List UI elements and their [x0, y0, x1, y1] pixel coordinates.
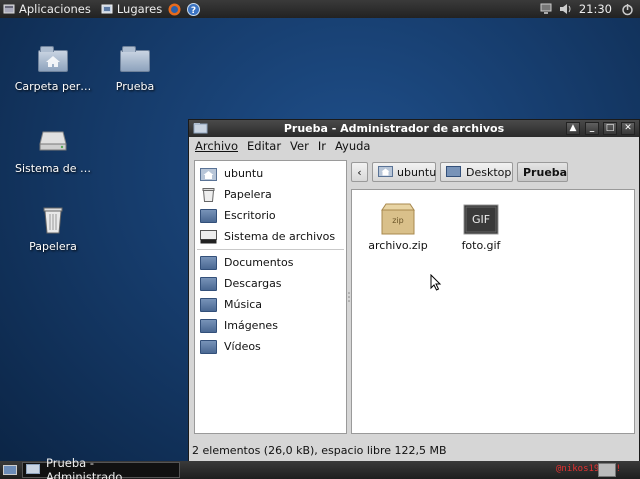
sidebar-item-papelera[interactable]: Papelera: [195, 184, 346, 205]
close-button[interactable]: ✕: [621, 122, 635, 135]
path-segment-label: ubuntu: [397, 165, 437, 179]
window-title: Prueba - Administrador de archivos: [283, 122, 505, 135]
sidebar-item-label: Papelera: [224, 188, 272, 201]
top-panel: Aplicaciones Lugares ? 21:30: [0, 0, 640, 18]
desktop-icon-label: Prueba: [115, 80, 155, 93]
desktop-icon-trash[interactable]: Papelera: [8, 204, 98, 253]
sidebar: ubuntu Papelera Escritorio Sistema de ar…: [194, 160, 347, 434]
taskbar-item-label: Prueba - Administrado…: [46, 456, 134, 479]
help-icon[interactable]: ?: [184, 0, 203, 18]
folder-icon: [119, 44, 151, 74]
menu-ayuda[interactable]: Ayuda: [335, 139, 371, 153]
svg-text:?: ?: [191, 6, 196, 16]
taskbar-item-file-manager[interactable]: Prueba - Administrado…: [22, 456, 180, 479]
desktop-icon-home[interactable]: Carpeta per…: [8, 44, 98, 93]
desktop-icon-filesystem[interactable]: Sistema de …: [8, 126, 98, 175]
pathbar: ‹ ubuntu Desktop Prueba: [351, 160, 635, 184]
path-back-button[interactable]: ‹: [351, 162, 368, 182]
bottom-panel: Prueba - Administrado… @nikos198 T!: [0, 456, 640, 479]
folder-icon: [200, 318, 217, 333]
sidebar-item-escritorio[interactable]: Escritorio: [195, 205, 346, 226]
clock[interactable]: 21:30: [576, 0, 618, 18]
path-segment-label: Desktop: [466, 165, 512, 179]
desktop-icon: [446, 165, 461, 180]
folder-icon: [26, 463, 40, 477]
gif-image-icon: GIF: [463, 202, 499, 236]
sidebar-item-filesystem[interactable]: Sistema de archivos: [195, 226, 346, 247]
network-icon[interactable]: [536, 0, 556, 18]
sidebar-item-musica[interactable]: Música: [195, 294, 346, 315]
sidebar-item-imagenes[interactable]: Imágenes: [195, 315, 346, 336]
menu-archivo[interactable]: Archivo: [195, 139, 238, 153]
path-segment-desktop[interactable]: Desktop: [440, 162, 513, 182]
desktop-icon-label: Papelera: [29, 240, 77, 253]
trash-icon: [200, 187, 217, 202]
desktop-icon-label: Sistema de …: [14, 162, 92, 175]
places-menu[interactable]: Lugares: [98, 0, 165, 18]
folder-icon: [200, 297, 217, 312]
sidebar-item-label: Documentos: [224, 256, 294, 269]
file-manager-window: Prueba - Administrador de archivos ▲ _ □…: [188, 119, 640, 463]
firefox-icon[interactable]: [165, 0, 184, 18]
folder-icon: [200, 339, 217, 354]
desktop-icon-label: Carpeta per…: [14, 80, 92, 93]
applications-label: Aplicaciones: [19, 2, 91, 16]
home-folder-icon: [37, 44, 69, 74]
path-segment-ubuntu[interactable]: ubuntu: [372, 162, 436, 182]
applications-menu[interactable]: Aplicaciones: [0, 0, 94, 18]
window-menu-up-button[interactable]: ▲: [566, 122, 580, 135]
window-titlebar[interactable]: Prueba - Administrador de archivos ▲ _ □…: [189, 120, 639, 137]
places-icon: [101, 3, 113, 15]
file-item-gif[interactable]: GIF foto.gif: [441, 202, 521, 252]
folder-icon: [200, 255, 217, 270]
sidebar-item-descargas[interactable]: Descargas: [195, 273, 346, 294]
mouse-cursor-icon: [430, 274, 442, 291]
zip-archive-icon: zip: [380, 202, 416, 236]
sidebar-item-documentos[interactable]: Documentos: [195, 252, 346, 273]
volume-icon[interactable]: [556, 0, 576, 18]
sidebar-item-label: Vídeos: [224, 340, 261, 353]
sidebar-item-label: Escritorio: [224, 209, 276, 222]
menu-ir[interactable]: Ir: [318, 139, 326, 153]
zip-badge: zip: [392, 216, 404, 225]
sidebar-item-label: ubuntu: [224, 167, 264, 180]
folder-icon: [200, 276, 217, 291]
sidebar-item-label: Imágenes: [224, 319, 278, 332]
sidebar-item-label: Descargas: [224, 277, 282, 290]
sidebar-item-label: Música: [224, 298, 263, 311]
file-item-zip[interactable]: zip archivo.zip: [358, 202, 438, 252]
sidebar-item-label: Sistema de archivos: [224, 230, 336, 243]
file-view[interactable]: zip archivo.zip GIF foto.gif: [351, 189, 635, 434]
desktop-icon-prueba[interactable]: Prueba: [90, 44, 180, 93]
trash-icon: [37, 204, 69, 234]
menu-ver[interactable]: Ver: [290, 139, 309, 153]
drive-icon: [37, 126, 69, 156]
minimize-button[interactable]: _: [585, 122, 599, 135]
sidebar-item-videos[interactable]: Vídeos: [195, 336, 346, 357]
path-segment-prueba[interactable]: Prueba: [517, 162, 568, 182]
drive-icon: [200, 229, 217, 244]
places-label: Lugares: [116, 2, 163, 16]
file-name: archivo.zip: [368, 239, 428, 252]
menubar: Archivo Editar Ver Ir Ayuda: [189, 137, 639, 155]
file-name: foto.gif: [461, 239, 501, 252]
gif-badge: GIF: [471, 213, 491, 226]
home-folder-icon: [200, 167, 217, 181]
power-icon[interactable]: [618, 0, 640, 18]
sidebar-item-ubuntu[interactable]: ubuntu: [195, 163, 346, 184]
show-desktop-icon[interactable]: [3, 464, 17, 479]
statusbar: 2 elementos (26,0 kB), espacio libre 122…: [189, 440, 639, 462]
home-folder-icon: [378, 165, 393, 180]
desktop-icon: [200, 208, 217, 223]
maximize-button[interactable]: □: [603, 122, 617, 135]
applications-icon: [3, 3, 15, 15]
sidebar-separator: [197, 249, 344, 250]
menu-editar[interactable]: Editar: [247, 139, 281, 153]
workspace-switcher[interactable]: [598, 463, 616, 477]
